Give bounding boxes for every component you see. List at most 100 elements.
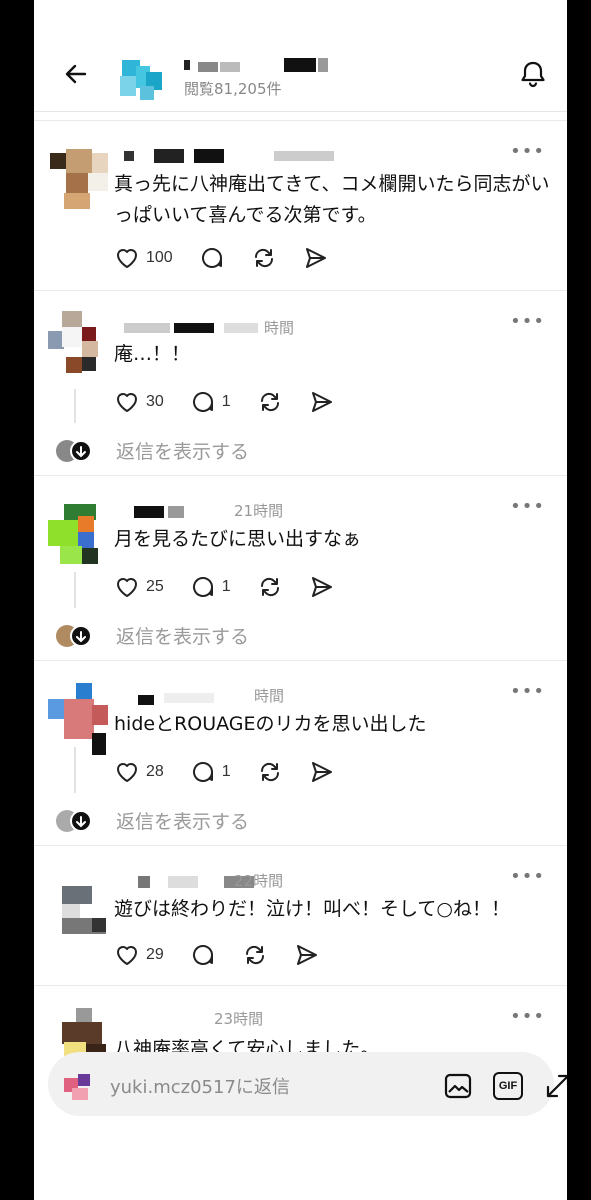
more-options-button[interactable]: ••• <box>510 311 545 332</box>
thread-line <box>74 747 76 793</box>
repost-icon <box>260 577 279 597</box>
arrow-down-icon <box>76 815 86 827</box>
like-button[interactable]: 29 <box>114 942 164 968</box>
show-replies-label: 返信を表示する <box>116 811 250 833</box>
reply-avatars <box>56 438 96 464</box>
show-replies-label: 返信を表示する <box>116 441 250 463</box>
comment-item: ••• 真っ先に八神庵出てきて、コメ欄開いたら同志がいっぱいいて喜んでる次第です… <box>34 120 567 290</box>
comment-item: 時間 ••• hideとROUAGEのリカを思い出した 28 1 返信を表示する <box>34 660 567 845</box>
commenter-avatar[interactable] <box>48 683 108 755</box>
show-replies-button[interactable]: 返信を表示する <box>56 807 249 834</box>
reply-button[interactable]: 1 <box>190 574 231 600</box>
like-count: 30 <box>146 393 164 410</box>
show-replies-button[interactable]: 返信を表示する <box>56 437 249 464</box>
commenter-avatar[interactable] <box>48 872 108 936</box>
heart-icon <box>117 946 137 965</box>
comment-timestamp: 21時間 <box>234 502 284 520</box>
like-count: 29 <box>146 946 164 963</box>
like-count: 25 <box>146 578 164 595</box>
send-icon <box>296 945 317 965</box>
reply-button[interactable] <box>199 245 225 271</box>
share-button[interactable] <box>309 759 335 785</box>
gif-button[interactable]: GIF <box>492 1070 524 1102</box>
more-options-button[interactable]: ••• <box>510 1006 545 1027</box>
comment-actions: 28 1 <box>114 757 361 787</box>
reply-count: 1 <box>221 763 231 780</box>
like-button[interactable]: 25 <box>114 574 164 600</box>
reply-button[interactable]: 1 <box>190 759 231 785</box>
share-button[interactable] <box>309 574 335 600</box>
bell-icon <box>521 61 545 88</box>
expand-button[interactable] <box>542 1070 567 1102</box>
like-count: 28 <box>146 763 164 780</box>
repost-icon <box>260 392 279 412</box>
my-avatar <box>64 1070 96 1102</box>
attach-image-button[interactable] <box>442 1070 474 1102</box>
reply-button[interactable] <box>190 942 216 968</box>
commenter-avatar[interactable] <box>48 149 108 213</box>
comment-text: 真っ先に八神庵出てきて、コメ欄開いたら同志がいっぱいいて喜んでる次第です。 <box>114 173 550 226</box>
reply-count: 1 <box>221 578 231 595</box>
comment-actions: 25 1 <box>114 572 361 602</box>
repost-button[interactable] <box>257 574 283 600</box>
comment-item: 時間 ••• 庵…！！ 30 1 返信を表示する <box>34 290 567 475</box>
reply-avatars <box>56 623 96 649</box>
back-arrow-icon <box>65 64 87 84</box>
heart-icon <box>117 578 137 597</box>
more-options-button[interactable]: ••• <box>510 496 545 517</box>
comment-actions: 100 <box>114 243 355 273</box>
repost-button[interactable] <box>257 759 283 785</box>
repost-button[interactable] <box>257 389 283 415</box>
back-button[interactable] <box>58 56 94 92</box>
heart-icon <box>117 393 137 412</box>
reply-button[interactable]: 1 <box>190 389 231 415</box>
comment-bubble-icon <box>192 762 213 782</box>
share-button[interactable] <box>294 942 320 968</box>
more-options-button[interactable]: ••• <box>510 141 545 162</box>
repost-icon <box>254 248 273 268</box>
comment-item: 21時間 ••• 月を見るたびに思い出すなぁ 25 1 返信を表示する <box>34 475 567 660</box>
arrow-down-icon <box>76 445 86 457</box>
expand-arrows-icon <box>546 1074 567 1098</box>
comment-bubble-icon <box>201 248 222 268</box>
post-author-name-redacted[interactable] <box>184 58 344 76</box>
comment-text: 遊びは終わりだ！泣け！叫べ！そして○ね！！ <box>114 898 511 920</box>
image-icon <box>444 1073 472 1099</box>
send-icon <box>311 392 332 412</box>
more-options-button[interactable]: ••• <box>510 681 545 702</box>
heart-icon <box>117 249 137 268</box>
send-icon <box>311 762 332 782</box>
show-replies-label: 返信を表示する <box>116 626 250 648</box>
share-button[interactable] <box>303 245 329 271</box>
comment-timestamp: 23時間 <box>214 1010 264 1028</box>
show-replies-button[interactable]: 返信を表示する <box>56 622 249 649</box>
thread-line <box>74 572 76 608</box>
like-button[interactable]: 28 <box>114 759 164 785</box>
comment-actions: 30 1 <box>114 387 361 417</box>
comment-timestamp: 時間 <box>254 687 285 705</box>
repost-button[interactable] <box>251 245 277 271</box>
repost-button[interactable] <box>242 942 268 968</box>
post-author-avatar[interactable] <box>118 56 168 102</box>
more-options-button[interactable]: ••• <box>510 866 545 887</box>
share-button[interactable] <box>309 389 335 415</box>
like-button[interactable]: 100 <box>114 245 173 271</box>
notifications-button[interactable] <box>515 56 551 92</box>
comment-bubble-icon <box>192 945 213 965</box>
heart-icon <box>117 763 137 782</box>
reply-composer[interactable]: yuki.mcz0517に返信 GIF <box>48 1052 567 1116</box>
like-button[interactable]: 30 <box>114 389 164 415</box>
comment-bubble-icon <box>192 392 213 412</box>
commenter-avatar[interactable] <box>48 311 108 375</box>
commenter-avatar[interactable] <box>48 504 108 568</box>
app-screen: 閲覧81,205件 ••• 真っ先に八神庵出てきて、コメ欄開いたら同志がいっぱい… <box>34 0 567 1200</box>
send-icon <box>311 577 332 597</box>
comment-timestamp: 時間 <box>264 319 295 337</box>
comment-text: 月を見るたびに思い出すなぁ <box>114 528 362 550</box>
comment-item: 22時間 ••• 遊びは終わりだ！泣け！叫べ！そして○ね！！ 29 <box>34 845 567 985</box>
arrow-down-icon <box>76 630 86 642</box>
reply-input[interactable]: yuki.mcz0517に返信 <box>110 1073 290 1099</box>
reply-count: 1 <box>221 393 231 410</box>
repost-icon <box>260 762 279 782</box>
comment-bubble-icon <box>192 577 213 597</box>
